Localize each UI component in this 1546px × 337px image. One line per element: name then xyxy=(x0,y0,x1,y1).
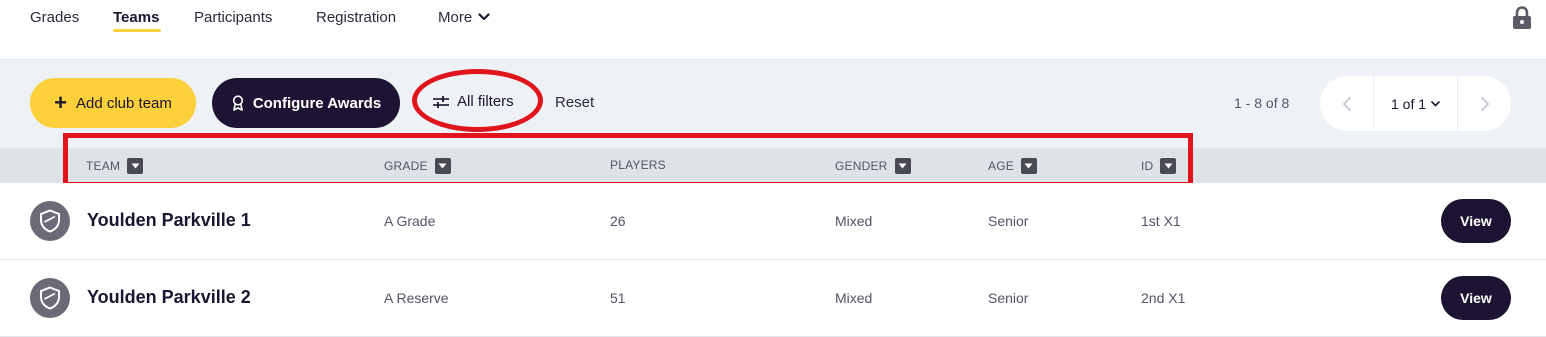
add-club-team-button[interactable]: + Add club team xyxy=(30,78,196,128)
view-button[interactable]: View xyxy=(1441,199,1511,243)
team-grade: A Grade xyxy=(384,213,436,229)
add-club-team-label: Add club team xyxy=(75,94,172,112)
nav-item-participants[interactable]: Participants xyxy=(194,9,272,27)
shield-icon xyxy=(30,278,70,318)
team-age: Senior xyxy=(988,290,1029,306)
chevron-down-icon xyxy=(478,13,490,21)
nav-item-more[interactable]: More xyxy=(438,9,490,27)
page-select-label: 1 of 1 xyxy=(1390,95,1427,112)
award-icon xyxy=(232,95,243,111)
reset-button[interactable]: Reset xyxy=(555,94,594,111)
plus-icon: + xyxy=(54,90,67,115)
view-button[interactable]: View xyxy=(1441,276,1511,320)
configure-awards-button[interactable]: Configure Awards xyxy=(212,78,400,128)
team-id: 1st X1 xyxy=(1141,213,1181,229)
next-page-button[interactable] xyxy=(1458,76,1511,131)
chevron-down-icon xyxy=(1431,100,1440,107)
shield-icon xyxy=(30,201,70,241)
active-tab-indicator xyxy=(113,29,161,32)
annotation-ellipse xyxy=(412,69,543,132)
lock-icon[interactable] xyxy=(1512,6,1532,30)
nav-item-registration[interactable]: Registration xyxy=(316,9,396,27)
nav-more-label: More xyxy=(438,9,473,26)
team-id: 2nd X1 xyxy=(1141,290,1186,306)
team-gender: Mixed xyxy=(835,213,873,229)
top-nav: Grades Teams Participants Registration M… xyxy=(0,0,1546,60)
configure-awards-label: Configure Awards xyxy=(252,94,382,112)
chevron-right-icon xyxy=(1480,96,1489,111)
team-players: 51 xyxy=(610,290,626,306)
team-gender: Mixed xyxy=(835,290,873,306)
nav-item-teams[interactable]: Teams xyxy=(113,9,159,27)
team-name[interactable]: Youlden Parkville 2 xyxy=(87,287,251,308)
page-select[interactable]: 1 of 1 xyxy=(1373,76,1458,131)
table-row: Youlden Parkville 1 A Grade 26 Mixed Sen… xyxy=(0,183,1546,260)
prev-page-button[interactable] xyxy=(1320,76,1373,131)
team-players: 26 xyxy=(610,213,626,229)
chevron-left-icon xyxy=(1342,96,1351,111)
nav-item-grades[interactable]: Grades xyxy=(30,9,79,27)
team-age: Senior xyxy=(988,213,1029,229)
team-grade: A Reserve xyxy=(384,290,449,306)
team-name[interactable]: Youlden Parkville 1 xyxy=(87,210,251,231)
result-count: 1 - 8 of 8 xyxy=(1234,95,1290,111)
annotation-rectangle xyxy=(63,133,1193,187)
pagination: 1 of 1 xyxy=(1320,76,1511,131)
table-row: Youlden Parkville 2 A Reserve 51 Mixed S… xyxy=(0,260,1546,337)
